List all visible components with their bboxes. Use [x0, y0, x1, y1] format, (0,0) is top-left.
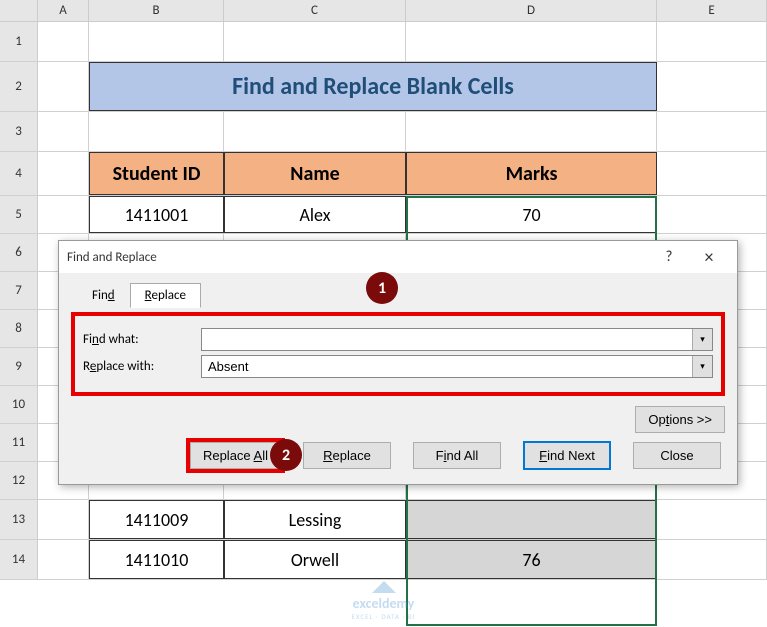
- watermark: exceldemy EXCEL · DATA · BI: [351, 579, 415, 621]
- watermark-tag: EXCEL · DATA · BI: [351, 612, 415, 621]
- find-all-button[interactable]: Find All: [413, 442, 501, 469]
- cell-name[interactable]: Alex: [224, 196, 406, 233]
- grid-row: 1: [0, 22, 767, 62]
- tab-find[interactable]: Find: [77, 283, 130, 308]
- replace-with-label: Replace with:: [83, 359, 201, 374]
- grid-row: 2 Find and Replace Blank Cells: [0, 62, 767, 112]
- header-student-id[interactable]: Student ID: [89, 152, 224, 195]
- cell[interactable]: [224, 112, 406, 151]
- cell-student-id[interactable]: 1411001: [89, 196, 224, 233]
- replace-button[interactable]: Replace: [303, 442, 391, 469]
- dialog-titlebar[interactable]: Find and Replace ? ×: [59, 241, 737, 273]
- dialog-title: Find and Replace: [67, 250, 649, 265]
- cell-marks[interactable]: 76: [406, 540, 657, 579]
- cell[interactable]: [224, 22, 406, 61]
- row-header-6[interactable]: 6: [0, 234, 38, 271]
- cell[interactable]: [38, 500, 89, 539]
- row-header-3[interactable]: 3: [0, 112, 38, 151]
- cell-marks[interactable]: 70: [406, 196, 657, 233]
- column-headers: A B C D E: [0, 0, 767, 22]
- col-header-d[interactable]: D: [406, 0, 657, 21]
- help-button[interactable]: ?: [649, 248, 689, 266]
- row-header-14[interactable]: 14: [0, 540, 38, 579]
- cell[interactable]: [38, 196, 89, 233]
- row-header-2[interactable]: 2: [0, 62, 38, 111]
- cell-name[interactable]: Lessing: [224, 500, 406, 539]
- col-header-c[interactable]: C: [224, 0, 406, 21]
- col-header-e[interactable]: E: [657, 0, 767, 21]
- cell[interactable]: [406, 112, 657, 151]
- row-header-12[interactable]: 12: [0, 462, 38, 499]
- cell[interactable]: [38, 152, 89, 195]
- close-icon[interactable]: ×: [689, 246, 729, 268]
- cell-marks[interactable]: [406, 500, 657, 539]
- cell[interactable]: [38, 62, 89, 111]
- cell[interactable]: [657, 62, 767, 111]
- cell[interactable]: [38, 22, 89, 61]
- cell[interactable]: [38, 112, 89, 151]
- title-cell[interactable]: Find and Replace Blank Cells: [89, 62, 657, 111]
- cell[interactable]: [89, 112, 224, 151]
- cell[interactable]: [657, 112, 767, 151]
- replace-with-input[interactable]: [202, 356, 692, 377]
- grid-row: 14 1411010 Orwell 76: [0, 540, 767, 580]
- select-all-corner[interactable]: [0, 0, 38, 21]
- row-header-5[interactable]: 5: [0, 196, 38, 233]
- find-replace-dialog: Find and Replace ? × Find Replace Find w…: [58, 240, 738, 485]
- header-name[interactable]: Name: [224, 152, 406, 195]
- grid-row: 4 Student ID Name Marks: [0, 152, 767, 196]
- replace-with-combobox[interactable]: ▾: [201, 355, 713, 378]
- cell-student-id[interactable]: 1411010: [89, 540, 224, 579]
- row-header-4[interactable]: 4: [0, 152, 38, 195]
- cell-student-id[interactable]: 1411009: [89, 500, 224, 539]
- header-marks[interactable]: Marks: [406, 152, 657, 195]
- row-header-1[interactable]: 1: [0, 22, 38, 61]
- row-header-9[interactable]: 9: [0, 348, 38, 385]
- col-header-b[interactable]: B: [89, 0, 224, 21]
- callout-badge-1: 1: [366, 272, 398, 304]
- row-header-10[interactable]: 10: [0, 386, 38, 423]
- grid-row: 13 1411009 Lessing: [0, 500, 767, 540]
- find-what-input[interactable]: [202, 329, 692, 350]
- cell[interactable]: [89, 22, 224, 61]
- callout-badge-2: 2: [270, 439, 302, 471]
- find-what-label: Find what:: [83, 332, 201, 347]
- chevron-down-icon[interactable]: ▾: [692, 356, 712, 377]
- chevron-down-icon[interactable]: ▾: [692, 329, 712, 350]
- options-button[interactable]: Options >>: [635, 406, 725, 433]
- tabs: Find Replace: [77, 283, 725, 308]
- watermark-icon: [369, 579, 397, 595]
- cell-name[interactable]: Orwell: [224, 540, 406, 579]
- cell[interactable]: [657, 152, 767, 195]
- grid-row: 5 1411001 Alex 70: [0, 196, 767, 234]
- col-header-a[interactable]: A: [38, 0, 89, 21]
- callout-1-area: Find what: ▾ Replace with: ▾: [71, 312, 725, 396]
- grid-row: 3: [0, 112, 767, 152]
- row-header-7[interactable]: 7: [0, 272, 38, 309]
- close-button[interactable]: Close: [633, 442, 721, 469]
- cell[interactable]: [657, 196, 767, 233]
- replace-all-button[interactable]: Replace All: [190, 442, 281, 469]
- cell[interactable]: [657, 540, 767, 579]
- find-what-combobox[interactable]: ▾: [201, 328, 713, 351]
- row-header-11[interactable]: 11: [0, 424, 38, 461]
- watermark-brand: exceldemy: [351, 595, 415, 612]
- find-next-button[interactable]: Find Next: [523, 441, 611, 470]
- cell[interactable]: [657, 22, 767, 61]
- cell[interactable]: [38, 540, 89, 579]
- tab-replace[interactable]: Replace: [130, 283, 201, 308]
- cell[interactable]: [406, 22, 657, 61]
- row-header-8[interactable]: 8: [0, 310, 38, 347]
- cell[interactable]: [657, 500, 767, 539]
- row-header-13[interactable]: 13: [0, 500, 38, 539]
